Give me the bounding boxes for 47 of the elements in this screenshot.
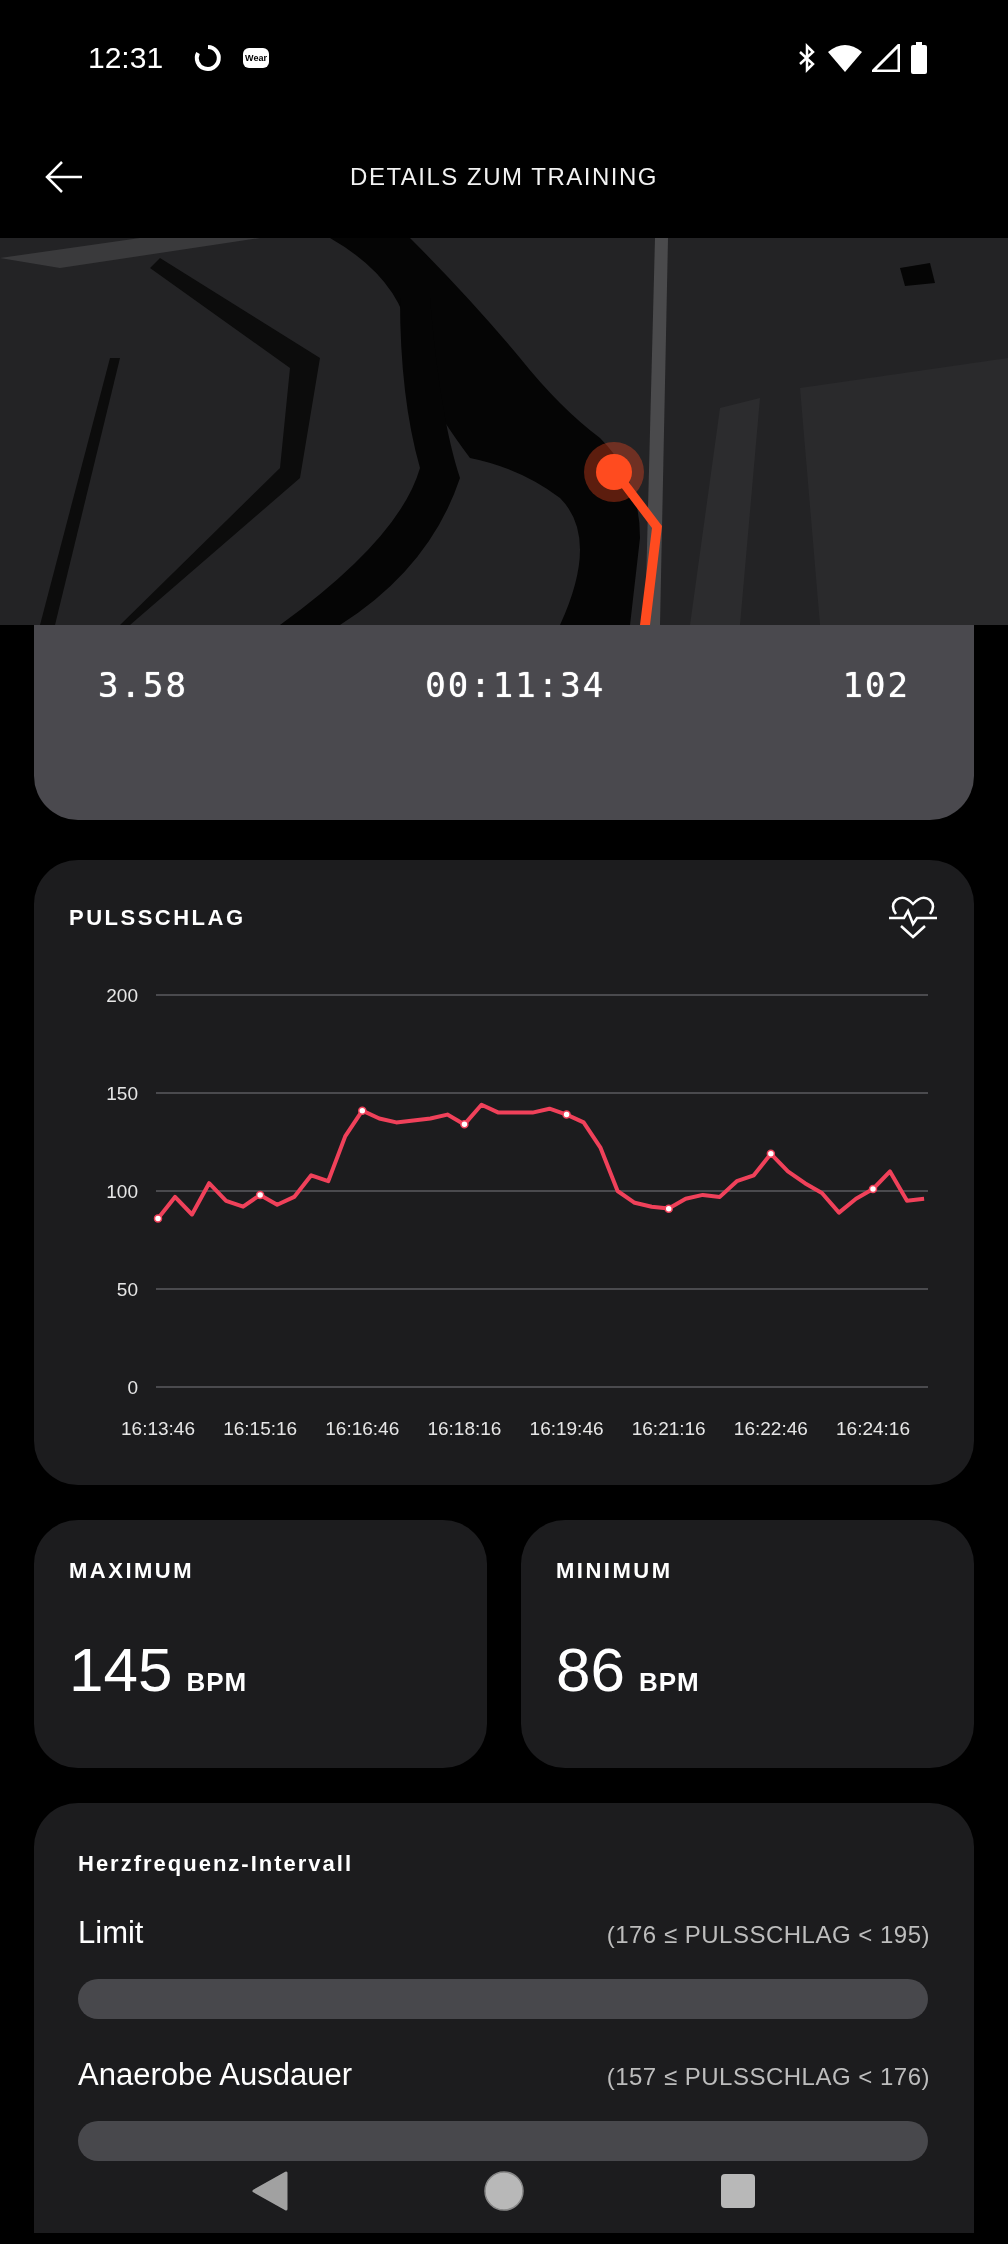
zone-range: (157 ≤ PULSSCHLAG < 176): [606, 2063, 930, 2091]
zone-name: Limit: [78, 1915, 144, 1951]
axis-label: 16:18:16: [427, 1418, 502, 1439]
signal-icon: [872, 43, 900, 72]
data-point: [562, 1110, 571, 1119]
data-point: [460, 1120, 469, 1129]
battery-icon: [910, 41, 928, 74]
axis-label: 16:22:46: [733, 1418, 808, 1439]
stat-label: MINIMUM: [556, 1558, 674, 1584]
stat-value: 145: [69, 1634, 173, 1705]
back-button[interactable]: [252, 2170, 288, 2211]
app-badge: Wear: [243, 47, 269, 68]
sync-icon: [193, 42, 224, 73]
data-point: [766, 1149, 776, 1158]
axis-label: 16:13:46: [121, 1418, 195, 1439]
zone-name: Anaerobe Ausdauer: [78, 2057, 353, 2093]
stat-value: 86: [556, 1634, 625, 1705]
card-title: PULSSCHLAG: [69, 905, 246, 931]
axis-label: 50: [116, 1279, 138, 1300]
axis-label: 200: [106, 985, 138, 1006]
card-title: Herzfrequenz-Intervall: [78, 1851, 354, 1877]
axis-label: 0: [127, 1377, 138, 1398]
axis-label: 16:21:16: [631, 1418, 706, 1439]
home-button[interactable]: [483, 2169, 525, 2212]
unit-label: BPM: [638, 1667, 700, 1698]
data-point: [868, 1184, 878, 1194]
stat-label: MAXIMUM: [69, 1558, 196, 1584]
summary-value: 102: [842, 665, 910, 705]
summary-value: 3.58: [98, 665, 188, 705]
wifi-icon: [828, 43, 862, 72]
heart-rate-icon[interactable]: [888, 896, 938, 940]
data-point: [255, 1190, 265, 1200]
data-point: [664, 1204, 673, 1213]
axis-label: 16:19:46: [529, 1418, 604, 1439]
unit-label: BPM: [186, 1667, 248, 1698]
summary-value: 00:11:34: [425, 665, 606, 705]
axis-label: 16:24:16: [836, 1418, 910, 1439]
data-point: [153, 1214, 163, 1223]
data-point: [358, 1106, 367, 1115]
axis-label: 150: [106, 1083, 138, 1104]
axis-label: 16:16:46: [325, 1418, 400, 1439]
clock: 12:31: [88, 40, 164, 75]
axis-label: 100: [106, 1181, 138, 1202]
axis-label: 16:15:16: [223, 1418, 298, 1439]
screen-title: DETAILS ZUM TRAINING: [350, 162, 658, 191]
recents-button[interactable]: [720, 2172, 756, 2209]
zone-range: (176 ≤ PULSSCHLAG < 195): [606, 1921, 930, 1949]
